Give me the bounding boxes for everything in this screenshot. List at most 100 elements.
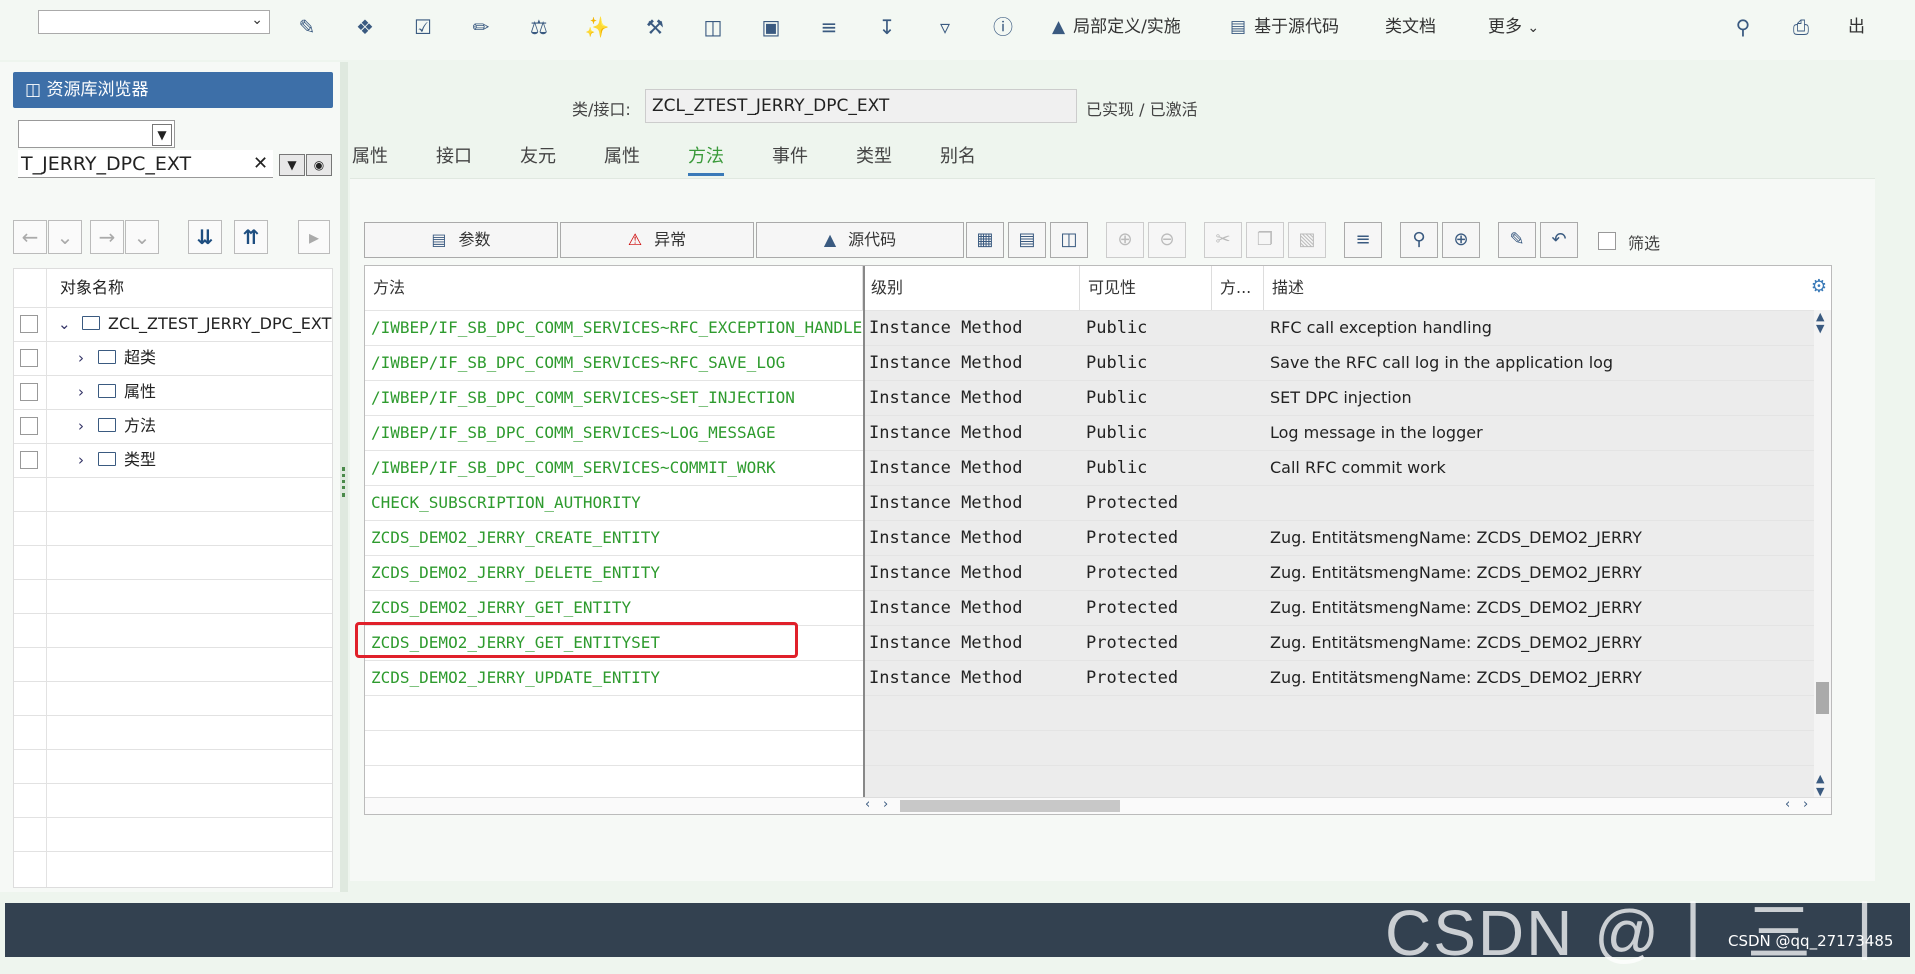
tree-row[interactable]: › 属性 (14, 375, 332, 410)
source-code-button[interactable]: ▲ 源代码 (756, 222, 964, 258)
back-history-chevron-icon[interactable]: ⌄ (48, 220, 82, 254)
method-cell[interactable]: CHECK_SUBSCRIPTION_AUTHORITY (365, 486, 863, 521)
copy-icon[interactable]: ❐ (1246, 222, 1284, 258)
source-based-button[interactable]: ▤ 基于源代码 (1230, 14, 1339, 40)
column-header-method-type[interactable]: 方... (1212, 266, 1264, 310)
dropdown-button[interactable]: ▼ (279, 154, 305, 176)
tab-methods[interactable]: 方法 (688, 142, 724, 176)
hierarchy-icon[interactable]: ◫ (700, 14, 726, 40)
object-list-icon[interactable]: ❖ (352, 14, 378, 40)
table-row[interactable]: /IWBEP/IF_SB_DPC_COMM_SERVICES~RFC_EXCEP… (365, 310, 1815, 346)
display-glasses-icon[interactable]: ◉ (306, 154, 332, 176)
pencil-icon[interactable]: ✏ (468, 14, 494, 40)
gear-icon[interactable]: ⚙ (1811, 276, 1827, 297)
column-header-level[interactable]: 级别 (863, 266, 1080, 310)
column-header-description[interactable]: 描述 (1264, 266, 1815, 310)
local-definition-button[interactable]: ▲ 局部定义/实施 (1052, 14, 1181, 40)
scroll-right-icon[interactable]: › (883, 797, 888, 812)
scroll-left-icon[interactable]: ‹ (865, 797, 870, 812)
scale-icon[interactable]: ⚖ (526, 14, 552, 40)
column-header-method[interactable]: 方法 (365, 266, 863, 310)
add-row-icon[interactable]: ⊕ (1106, 222, 1144, 258)
tree-row[interactable]: › 超类 (14, 341, 332, 376)
method-cell[interactable]: ZCDS_DEMO2_JERRY_GET_ENTITY (365, 591, 863, 626)
table-row[interactable]: ZCDS_DEMO2_JERRY_DELETE_ENTITY Instance … (365, 555, 1815, 591)
vertical-scrollbar[interactable]: ▲ ▼ ▲ ▼ (1814, 310, 1831, 800)
more-nav-icon[interactable]: ▸ (298, 220, 330, 254)
table-row[interactable]: ZCDS_DEMO2_JERRY_GET_ENTITY Instance Met… (365, 590, 1815, 626)
exceptions-button[interactable]: ⚠ 异常 (560, 222, 754, 258)
more-menu-button[interactable]: 更多 ⌄ (1488, 14, 1539, 40)
transport-icon[interactable]: ▦ (966, 222, 1004, 258)
undo-icon[interactable]: ↶ (1540, 222, 1578, 258)
forward-history-chevron-icon[interactable]: ⌄ (125, 220, 159, 254)
scroll-left-icon[interactable]: ‹ (1785, 797, 1790, 812)
edit-toggle-icon[interactable]: ✎ (294, 14, 320, 40)
scroll-down-icon[interactable]: ▼ (1816, 322, 1824, 335)
tab-friends[interactable]: 友元 (520, 142, 556, 168)
info-icon[interactable]: ⓘ (990, 14, 1016, 40)
search-icon[interactable]: ⚲ (1730, 14, 1756, 40)
filter-checkbox[interactable] (1598, 232, 1616, 250)
chevron-right-icon[interactable]: › (78, 375, 84, 409)
tree-icon[interactable]: ▣ (758, 14, 784, 40)
stack-icon[interactable]: ≡ (1344, 222, 1382, 258)
tree-row[interactable]: › 类型 (14, 443, 332, 478)
method-cell[interactable]: /IWBEP/IF_SB_DPC_COMM_SERVICES~LOG_MESSA… (365, 416, 863, 451)
print-icon[interactable]: ⎙ (1788, 14, 1814, 40)
document-icon[interactable]: ▤ (1008, 222, 1046, 258)
filter-icon[interactable]: ▿ (932, 14, 958, 40)
table-row[interactable]: ZCDS_DEMO2_JERRY_CREATE_ENTITY Instance … (365, 520, 1815, 556)
back-arrow-icon[interactable]: ← (13, 220, 47, 254)
table-row[interactable]: /IWBEP/IF_SB_DPC_COMM_SERVICES~RFC_SAVE_… (365, 345, 1815, 381)
method-cell[interactable]: /IWBEP/IF_SB_DPC_COMM_SERVICES~RFC_SAVE_… (365, 346, 863, 381)
chevron-right-icon[interactable]: › (78, 341, 84, 375)
class-name-field[interactable]: ZCL_ZTEST_JERRY_DPC_EXT (645, 89, 1077, 123)
cut-icon[interactable]: ✂ (1204, 222, 1242, 258)
method-cell[interactable]: /IWBEP/IF_SB_DPC_COMM_SERVICES~SET_INJEC… (365, 381, 863, 416)
paste-icon[interactable]: ▧ (1288, 222, 1326, 258)
tab-interfaces[interactable]: 接口 (436, 142, 472, 168)
table-row[interactable]: /IWBEP/IF_SB_DPC_COMM_SERVICES~COMMIT_WO… (365, 450, 1815, 486)
clear-icon[interactable]: ✕ (253, 150, 268, 178)
object-type-select[interactable]: ▼ (18, 120, 175, 148)
remove-row-icon[interactable]: ⊖ (1148, 222, 1186, 258)
column-divider[interactable] (863, 266, 865, 800)
scroll-right-icon[interactable]: › (1803, 797, 1808, 812)
table-row[interactable]: CHECK_SUBSCRIPTION_AUTHORITY Instance Me… (365, 485, 1815, 521)
scroll-up-icon[interactable]: ▲ (1816, 772, 1824, 785)
tab-aliases[interactable]: 别名 (940, 142, 976, 168)
scroll-thumb[interactable] (1816, 682, 1829, 714)
column-header-visibility[interactable]: 可见性 (1080, 266, 1212, 310)
chevron-down-icon[interactable]: ⌄ (58, 307, 71, 341)
chevron-right-icon[interactable]: › (78, 443, 84, 477)
method-cell[interactable]: ZCDS_DEMO2_JERRY_DELETE_ENTITY (365, 556, 863, 591)
tab-attributes-2[interactable]: 属性 (604, 142, 640, 168)
tree-row[interactable]: › 方法 (14, 409, 332, 444)
row-checkbox[interactable] (20, 383, 38, 401)
table-row[interactable]: ZCDS_DEMO2_JERRY_UPDATE_ENTITY Instance … (365, 660, 1815, 696)
magic-wand-icon[interactable]: ✨ (584, 14, 610, 40)
chevron-down-icon[interactable]: ⌄ (251, 12, 263, 28)
check-icon[interactable]: ☑ (410, 14, 436, 40)
parameters-button[interactable]: ▤ 参数 (364, 222, 558, 258)
method-cell[interactable]: ZCDS_DEMO2_JERRY_CREATE_ENTITY (365, 521, 863, 556)
method-cell[interactable]: /IWBEP/IF_SB_DPC_COMM_SERVICES~RFC_EXCEP… (365, 311, 863, 346)
pane-splitter[interactable] (340, 62, 348, 892)
where-used-icon[interactable]: ↧ (874, 14, 900, 40)
chevron-down-icon[interactable]: ▼ (152, 124, 172, 146)
forward-arrow-icon[interactable]: → (90, 220, 124, 254)
tab-attributes[interactable]: 属性 (352, 142, 388, 168)
command-field-select[interactable]: ⌄ (38, 10, 270, 34)
table-row[interactable]: /IWBEP/IF_SB_DPC_COMM_SERVICES~LOG_MESSA… (365, 415, 1815, 451)
row-checkbox[interactable] (20, 451, 38, 469)
method-cell[interactable]: /IWBEP/IF_SB_DPC_COMM_SERVICES~COMMIT_WO… (365, 451, 863, 486)
collapse-all-icon[interactable]: ⇈ (234, 220, 268, 254)
splitter-grip[interactable] (342, 467, 348, 497)
hammer-icon[interactable]: ⚒ (642, 14, 668, 40)
exit-button[interactable]: 出 (1848, 14, 1865, 40)
hierarchy-icon[interactable]: ◫ (1050, 222, 1088, 258)
expand-all-icon[interactable]: ⇊ (188, 220, 222, 254)
row-checkbox[interactable] (20, 417, 38, 435)
horizontal-scrollbar[interactable]: ‹ › ‹ › (365, 797, 1831, 814)
